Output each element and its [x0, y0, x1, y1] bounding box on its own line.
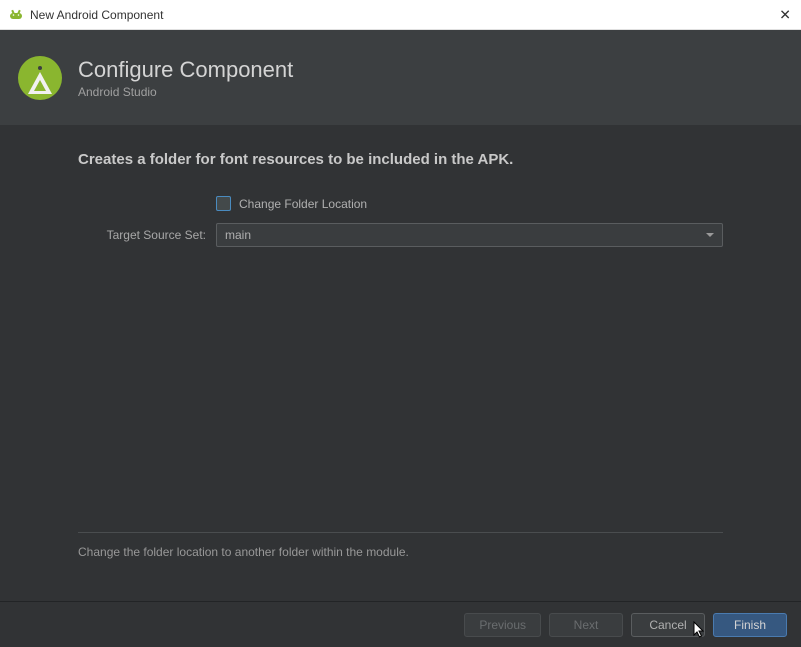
page-heading: Creates a folder for font resources to b…: [78, 151, 723, 168]
finish-button[interactable]: Finish: [713, 613, 787, 637]
target-source-set-select[interactable]: main: [216, 223, 723, 247]
wizard-footer: Previous Next Cancel Finish: [0, 601, 801, 647]
target-source-set-value: main: [225, 228, 251, 242]
wizard-header: Configure Component Android Studio: [0, 30, 801, 125]
wizard-title: Configure Component: [78, 57, 293, 83]
android-studio-logo-icon: [18, 56, 62, 100]
next-button[interactable]: Next: [549, 613, 623, 637]
change-folder-location-checkbox[interactable]: [216, 196, 231, 211]
window-title: New Android Component: [30, 8, 163, 22]
divider: [78, 532, 723, 533]
target-source-set-label: Target Source Set:: [78, 228, 216, 242]
previous-button[interactable]: Previous: [464, 613, 541, 637]
chevron-down-icon: [706, 233, 714, 237]
change-folder-location-label: Change Folder Location: [239, 197, 367, 211]
hint-text: Change the folder location to another fo…: [78, 545, 723, 559]
window-titlebar[interactable]: New Android Component ✕: [0, 0, 801, 30]
android-studio-icon: [8, 7, 24, 23]
close-icon[interactable]: ✕: [779, 6, 791, 23]
wizard-subtitle: Android Studio: [78, 85, 293, 99]
wizard-body: Creates a folder for font resources to b…: [0, 125, 801, 601]
cancel-button[interactable]: Cancel: [631, 613, 705, 637]
